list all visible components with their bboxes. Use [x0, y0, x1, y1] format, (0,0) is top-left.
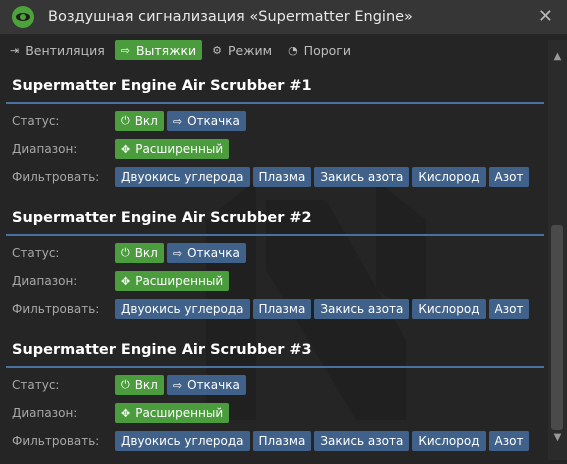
- filter-row: Фильтровать: Двуокись углерода Плазма За…: [6, 163, 544, 191]
- status-row: Статус: ⏻ Вкл ⇨ Откачка: [6, 371, 544, 399]
- scrubber-section: Supermatter Engine Air Scrubber #1 Стату…: [6, 70, 544, 191]
- power-icon: ⏻: [121, 246, 130, 259]
- tab-bar: ⇥ Вентиляция ⇨ Вытяжки ⚙ Режим ◔ Пороги: [0, 38, 357, 62]
- filter-o2-button[interactable]: Кислород: [412, 431, 486, 451]
- range-label: Диапазон:: [12, 406, 78, 420]
- filter-label: Фильтровать:: [12, 170, 100, 184]
- filter-n2o-button[interactable]: Закись азота: [314, 299, 410, 319]
- close-icon[interactable]: ✕: [538, 6, 553, 27]
- power-button[interactable]: ⏻ Вкл: [115, 375, 164, 395]
- filter-row: Фильтровать: Двуокись углерода Плазма За…: [6, 295, 544, 323]
- eye-icon: [12, 6, 34, 28]
- range-value: Расширенный: [135, 274, 224, 288]
- status-row: Статус: ⏻ Вкл ⇨ Откачка: [6, 239, 544, 267]
- filter-o2-button[interactable]: Кислород: [412, 167, 486, 187]
- range-row: Диапазон: ✥ Расширенный: [6, 267, 544, 295]
- scrubber-list: Supermatter Engine Air Scrubber #1 Стату…: [6, 70, 544, 460]
- status-label: Статус:: [12, 114, 60, 128]
- siphon-label: Откачка: [187, 378, 240, 392]
- status-row: Статус: ⏻ Вкл ⇨ Откачка: [6, 107, 544, 135]
- filter-co2-button[interactable]: Двуокись углерода: [115, 167, 250, 187]
- sign-in-icon: ⇨: [172, 378, 183, 392]
- scroll-up-icon[interactable]: ▲: [548, 51, 567, 69]
- scrollbar-thumb[interactable]: [551, 224, 563, 430]
- tab-label: Вентиляция: [25, 42, 105, 58]
- power-label: Вкл: [134, 114, 158, 128]
- scrubber-name: Supermatter Engine Air Scrubber #3: [6, 334, 544, 368]
- range-row: Диапазон: ✥ Расширенный: [6, 135, 544, 163]
- range-value: Расширенный: [135, 406, 224, 420]
- power-button[interactable]: ⏻ Вкл: [115, 111, 164, 131]
- status-label: Статус:: [12, 378, 60, 392]
- cog-icon: ⚙: [212, 43, 223, 57]
- filter-row: Фильтровать: Двуокись углерода Плазма За…: [6, 427, 544, 455]
- scroll-down-icon[interactable]: ▼: [548, 432, 567, 450]
- filter-plasma-button[interactable]: Плазма: [252, 167, 312, 187]
- scrubber-section: Supermatter Engine Air Scrubber #3 Стату…: [6, 334, 544, 455]
- filter-o2-button[interactable]: Кислород: [412, 299, 486, 319]
- siphon-label: Откачка: [187, 114, 240, 128]
- expand-icon: ✥: [121, 142, 131, 156]
- tab-vents[interactable]: ⇥ Вентиляция: [4, 40, 111, 60]
- filter-n2-button[interactable]: Азот: [488, 167, 530, 187]
- siphon-label: Откачка: [187, 246, 240, 260]
- expand-icon: ✥: [121, 406, 131, 420]
- siphon-button[interactable]: ⇨ Откачка: [166, 375, 246, 395]
- range-button[interactable]: ✥ Расширенный: [115, 403, 230, 423]
- tab-thresholds[interactable]: ◔ Пороги: [282, 40, 357, 60]
- filter-n2o-button[interactable]: Закись азота: [314, 431, 410, 451]
- filter-co2-button[interactable]: Двуокись углерода: [115, 299, 250, 319]
- siphon-button[interactable]: ⇨ Откачка: [166, 243, 246, 263]
- power-icon: ⏻: [121, 378, 130, 391]
- scrollbar[interactable]: ▲ ▼: [548, 40, 567, 460]
- window-title: Воздушная сигнализация «Supermatter Engi…: [48, 9, 413, 25]
- range-button[interactable]: ✥ Расширенный: [115, 139, 230, 159]
- filter-n2o-button[interactable]: Закись азота: [314, 167, 410, 187]
- range-button[interactable]: ✥ Расширенный: [115, 271, 230, 291]
- filter-plasma-button[interactable]: Плазма: [252, 299, 312, 319]
- siphon-button[interactable]: ⇨ Откачка: [166, 111, 246, 131]
- filter-co2-button[interactable]: Двуокись углерода: [115, 431, 250, 451]
- range-row: Диапазон: ✥ Расширенный: [6, 399, 544, 427]
- power-label: Вкл: [134, 246, 158, 260]
- scrubber-name: Supermatter Engine Air Scrubber #1: [6, 70, 544, 104]
- tab-label: Вытяжки: [135, 42, 197, 58]
- sign-out-icon: ⇥: [10, 43, 20, 57]
- tab-label: Режим: [228, 42, 273, 58]
- sign-in-icon: ⇨: [172, 246, 183, 260]
- expand-icon: ✥: [121, 274, 131, 288]
- filter-plasma-button[interactable]: Плазма: [252, 431, 312, 451]
- power-label: Вкл: [134, 378, 158, 392]
- filter-label: Фильтровать:: [12, 302, 100, 316]
- range-label: Диапазон:: [12, 142, 78, 156]
- filter-label: Фильтровать:: [12, 434, 100, 448]
- scrubber-name: Supermatter Engine Air Scrubber #2: [6, 202, 544, 236]
- power-icon: ⏻: [121, 114, 130, 127]
- power-button[interactable]: ⏻ Вкл: [115, 243, 164, 263]
- status-label: Статус:: [12, 246, 60, 260]
- sign-in-icon: ⇨: [172, 114, 183, 128]
- title-bar: Воздушная сигнализация «Supermatter Engi…: [0, 0, 567, 34]
- scrubber-section: Supermatter Engine Air Scrubber #2 Стату…: [6, 202, 544, 323]
- range-label: Диапазон:: [12, 274, 78, 288]
- tab-label: Пороги: [303, 42, 351, 58]
- filter-n2-button[interactable]: Азот: [488, 431, 530, 451]
- filter-n2-button[interactable]: Азот: [488, 299, 530, 319]
- range-value: Расширенный: [135, 142, 224, 156]
- gauge-icon: ◔: [288, 43, 298, 57]
- tab-mode[interactable]: ⚙ Режим: [206, 40, 278, 60]
- sign-in-icon: ⇨: [120, 43, 130, 57]
- tab-scrubbers[interactable]: ⇨ Вытяжки: [114, 40, 203, 60]
